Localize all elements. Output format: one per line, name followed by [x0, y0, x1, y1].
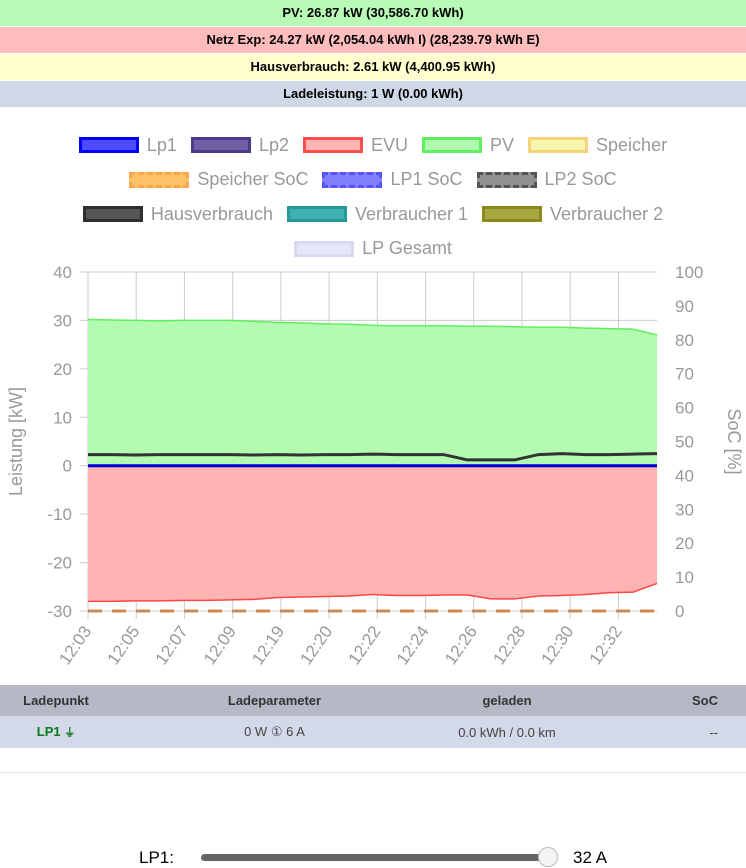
legend-label: PV	[490, 134, 515, 155]
legend-item[interactable]: Speicher	[528, 135, 667, 156]
legend-row: Lp1 Lp2 EVU PV Speicher	[0, 128, 746, 163]
evu-area	[88, 465, 657, 602]
y2-tick-label: 30	[675, 500, 694, 519]
geladen-cell: 0.0 kWh / 0.0 km	[458, 724, 556, 740]
status-pv: PV: 26.87 kW (30,586.70 kWh)	[0, 0, 746, 27]
legend-swatch	[190, 137, 251, 154]
legend-label: Speicher	[596, 134, 668, 155]
charge-point-table: Ladepunkt Ladeparameter geladen SoC LP1 …	[0, 685, 746, 748]
legend-swatch	[322, 171, 383, 188]
y2-tick-label: 10	[675, 568, 694, 587]
legend-item[interactable]: Verbraucher 1	[286, 203, 469, 225]
legend-label: Hausverbrauch	[150, 203, 273, 224]
legend-label: Lp1	[146, 134, 177, 155]
y2-tick-label: 90	[675, 297, 694, 316]
legend-item[interactable]: Speicher SoC	[129, 169, 308, 190]
legend-row: Speicher SoC LP1 SoC LP2 SoC	[0, 163, 746, 198]
lp-name: LP1	[36, 724, 61, 739]
legend-item[interactable]: Verbraucher 2	[482, 204, 663, 225]
pv-area	[88, 319, 657, 466]
y-tick-label: -20	[47, 554, 72, 573]
legend-swatch	[303, 137, 363, 154]
y2-axis-label: SoC [%]	[724, 408, 744, 474]
x-tick-label: 12:20	[296, 622, 336, 668]
table-header: Ladepunkt Ladeparameter geladen SoC	[0, 685, 746, 716]
chart-legend: Lp1 Lp2 EVU PV Speicher Speicher SoC LP1 SoC LP…	[0, 128, 746, 266]
header-geladen: geladen	[482, 693, 532, 708]
x-tick-label: 12:26	[441, 622, 481, 668]
y-tick-label: -10	[47, 505, 72, 524]
x-tick-label: 12:24	[393, 622, 433, 668]
status-netz: Netz Exp: 24.27 kW (2,054.04 kWh I) (28,…	[0, 27, 746, 54]
x-tick-label: 12:28	[489, 622, 529, 668]
legend-label: Lp2	[258, 134, 289, 155]
x-tick-label: 12:19	[248, 622, 288, 668]
x-tick-label: 12:07	[152, 622, 192, 668]
legend-item[interactable]: EVU	[303, 135, 408, 156]
soc-cell: --	[709, 724, 718, 740]
slider-thumb[interactable]	[538, 847, 558, 867]
legend-swatch	[129, 171, 190, 188]
y2-tick-label: 40	[675, 466, 694, 485]
legend-label: EVU	[371, 134, 409, 155]
y2-tick-label: 80	[675, 331, 694, 350]
x-tick-label: 12:05	[104, 622, 144, 668]
table-row[interactable]: LP1 ⏚ 0 W ① 6 A 0.0 kWh / 0.0 km --	[0, 716, 746, 748]
legend-label: LP2 SoC	[544, 169, 617, 190]
legend-item[interactable]: Lp2	[190, 134, 289, 156]
x-tick-label: 12:22	[345, 622, 385, 668]
y2-tick-label: 20	[675, 534, 694, 553]
legend-item[interactable]: LP1 SoC	[322, 169, 463, 190]
legend-item[interactable]: Lp1	[78, 134, 177, 156]
legend-item[interactable]: PV	[422, 135, 514, 156]
legend-row: Hausverbrauch Verbraucher 1 Verbraucher 2	[0, 197, 746, 232]
slider-label: LP1:	[139, 848, 174, 867]
header-ladeparameter: Ladeparameter	[227, 693, 322, 708]
legend-swatch	[78, 137, 139, 154]
x-tick-label: 12:03	[55, 622, 95, 668]
power-chart: 403020100-10-20-301009080706050403020100…	[6, 263, 744, 668]
params-cell: 0 W ① 6 A	[244, 724, 305, 739]
lp1-cell[interactable]: LP1 ⏚	[0, 724, 112, 740]
x-tick-label: 12:09	[200, 622, 240, 668]
y2-tick-label: 100	[675, 263, 703, 282]
legend-item[interactable]: LP2 SoC	[476, 169, 617, 190]
divider	[0, 772, 746, 773]
y2-tick-label: 60	[675, 399, 694, 418]
y2-tick-label: 70	[675, 365, 694, 384]
legend-swatch	[286, 206, 347, 223]
slider-value: 32 A	[573, 848, 608, 867]
legend-label: Speicher SoC	[197, 169, 309, 190]
legend-swatch	[528, 137, 589, 154]
y-tick-label: 0	[63, 457, 72, 476]
y-tick-label: 30	[53, 311, 72, 330]
x-tick-label: 12:32	[586, 622, 626, 668]
legend-label: LP1 SoC	[390, 169, 463, 190]
status-hausverbrauch: Hausverbrauch: 2.61 kW (4,400.95 kWh)	[0, 54, 746, 81]
header-ladepunkt: Ladepunkt	[23, 693, 89, 708]
lp1-current-slider[interactable]	[201, 854, 549, 861]
y-tick-label: 10	[53, 408, 72, 427]
legend-item[interactable]: Hausverbrauch	[82, 203, 273, 225]
legend-label: Verbraucher 1	[354, 203, 469, 224]
x-tick-label: 12:30	[538, 622, 578, 668]
y-tick-label: 40	[53, 263, 72, 282]
legend-label: Verbraucher 2	[550, 203, 664, 224]
legend-swatch	[476, 171, 537, 188]
y2-tick-label: 0	[675, 602, 684, 621]
y2-tick-label: 50	[675, 433, 694, 452]
legend-swatch	[82, 206, 143, 223]
y-tick-label: 20	[53, 360, 72, 379]
y-axis-label: Leistung [kW]	[6, 387, 26, 496]
plug-icon: ⏚	[64, 727, 76, 739]
header-soc: SoC	[692, 693, 718, 708]
y-tick-label: -30	[47, 602, 72, 621]
legend-swatch	[422, 137, 483, 154]
status-ladeleistung: Ladeleistung: 1 W (0.00 kWh)	[0, 81, 746, 108]
legend-swatch	[482, 206, 543, 223]
lp1-current-slider-row: LP1: 32 A	[0, 845, 746, 867]
